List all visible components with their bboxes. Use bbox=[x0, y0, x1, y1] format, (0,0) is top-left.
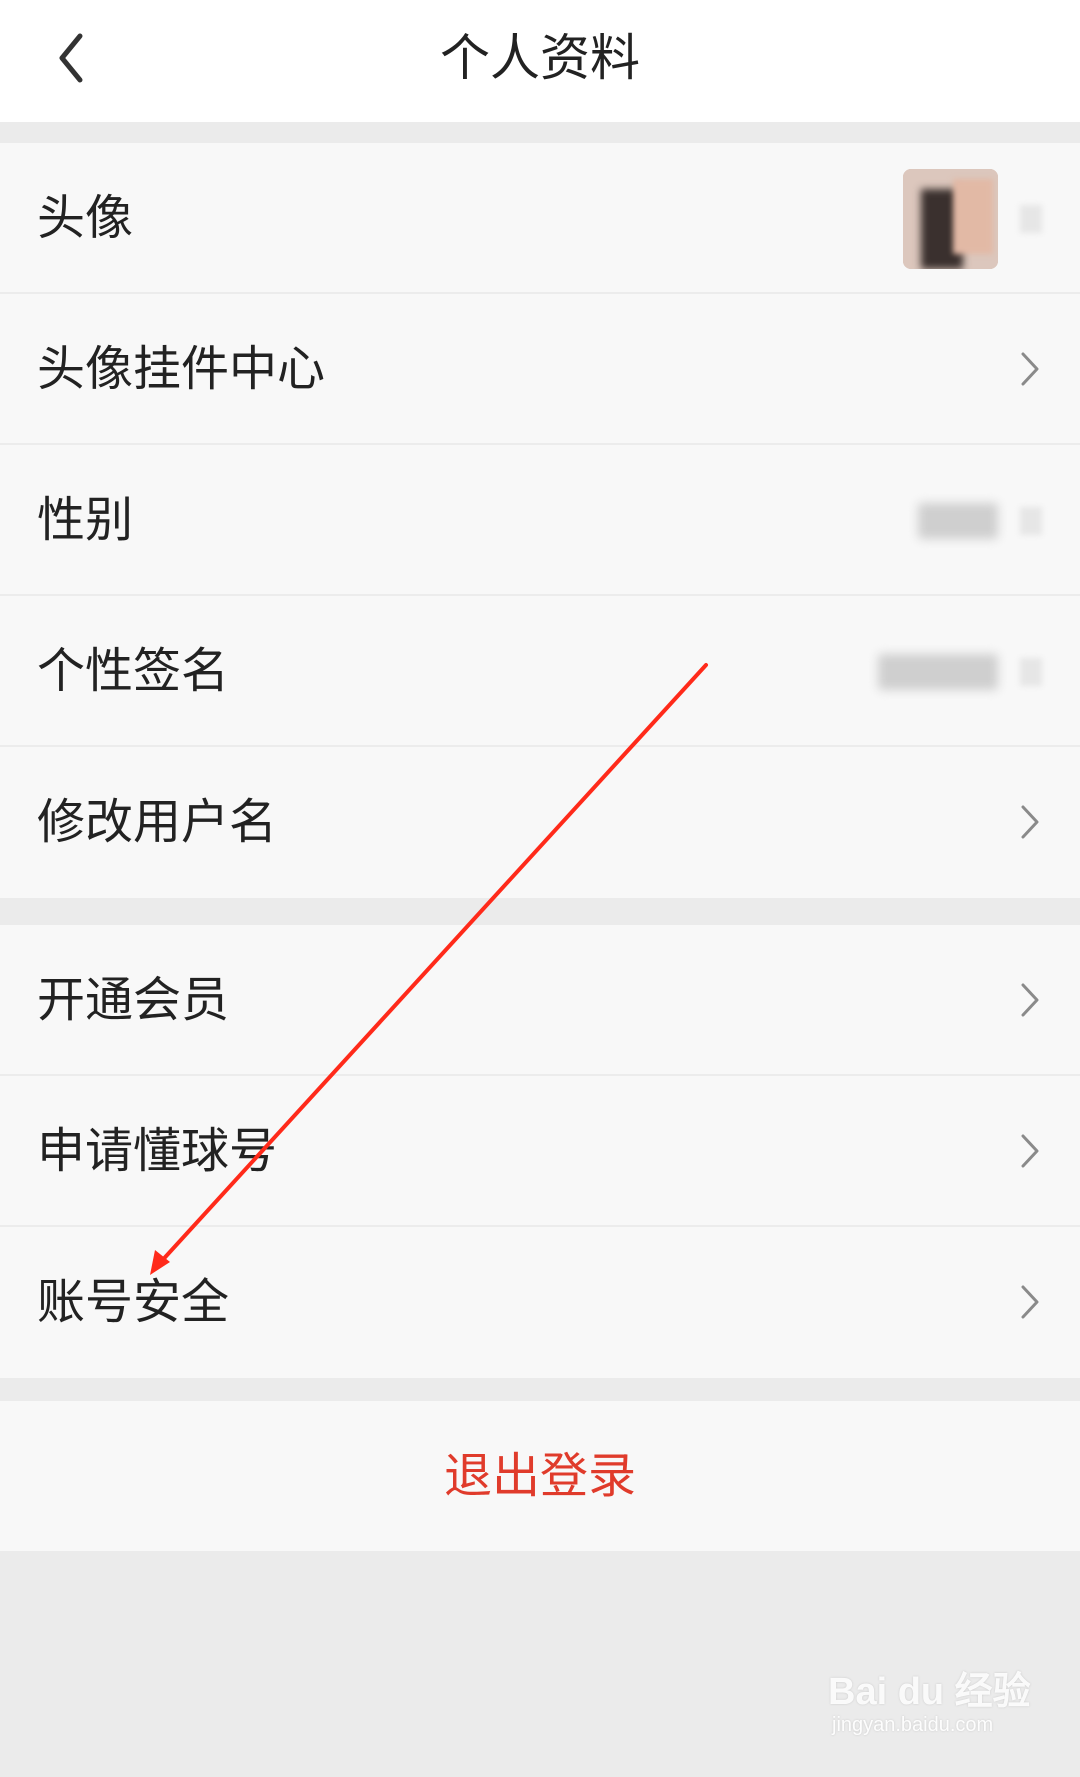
row-label: 头像 bbox=[37, 190, 134, 246]
gender-row[interactable]: 性别 bbox=[0, 445, 1080, 596]
row-label: 开通会员 bbox=[37, 972, 230, 1028]
watermark-brand: Bai du 经验 bbox=[828, 1671, 1031, 1713]
avatar-row[interactable]: 头像 bbox=[0, 143, 1080, 294]
header-bar: 个人资料 bbox=[0, 0, 1080, 122]
baidu-jingyan-watermark: Bai du 经验 jingyan.baidu.com bbox=[828, 1660, 1058, 1750]
account-security-row[interactable]: 账号安全 bbox=[0, 1227, 1080, 1378]
apply-dongqiu-id-row[interactable]: 申请懂球号 bbox=[0, 1076, 1080, 1227]
back-button[interactable] bbox=[40, 18, 110, 98]
row-label: 修改用户名 bbox=[37, 794, 278, 850]
chevron-right-icon bbox=[1020, 658, 1042, 686]
chevron-right-icon bbox=[1021, 352, 1039, 386]
logout-label: 退出登录 bbox=[443, 1448, 636, 1504]
logout-button[interactable]: 退出登录 bbox=[0, 1401, 1080, 1551]
chevron-left-icon bbox=[59, 33, 83, 83]
chevron-right-icon bbox=[1020, 205, 1042, 233]
chevron-right-icon bbox=[1020, 507, 1042, 535]
change-username-row[interactable]: 修改用户名 bbox=[0, 747, 1080, 898]
gender-value-blurred bbox=[918, 503, 998, 539]
chevron-right-icon bbox=[1021, 983, 1039, 1017]
avatar-pendant-center-row[interactable]: 头像挂件中心 bbox=[0, 294, 1080, 445]
chevron-right-icon bbox=[1021, 1134, 1039, 1168]
signature-row[interactable]: 个性签名 bbox=[0, 596, 1080, 747]
row-label: 账号安全 bbox=[37, 1274, 230, 1330]
row-label: 性别 bbox=[37, 492, 134, 548]
avatar bbox=[903, 169, 998, 269]
chevron-right-icon bbox=[1021, 1285, 1039, 1319]
profile-settings-group: 头像 头像挂件中心 性别 个性签名 修改用户名 bbox=[0, 143, 1080, 898]
account-settings-group: 开通会员 申请懂球号 账号安全 bbox=[0, 925, 1080, 1378]
signature-value-blurred bbox=[878, 654, 998, 690]
page-title: 个人资料 bbox=[440, 29, 640, 87]
watermark-url: jingyan.baidu.com bbox=[832, 1714, 994, 1736]
open-membership-row[interactable]: 开通会员 bbox=[0, 925, 1080, 1076]
chevron-right-icon bbox=[1021, 805, 1039, 839]
row-label: 申请懂球号 bbox=[37, 1123, 278, 1179]
row-label: 个性签名 bbox=[37, 643, 230, 699]
row-label: 头像挂件中心 bbox=[37, 341, 326, 397]
